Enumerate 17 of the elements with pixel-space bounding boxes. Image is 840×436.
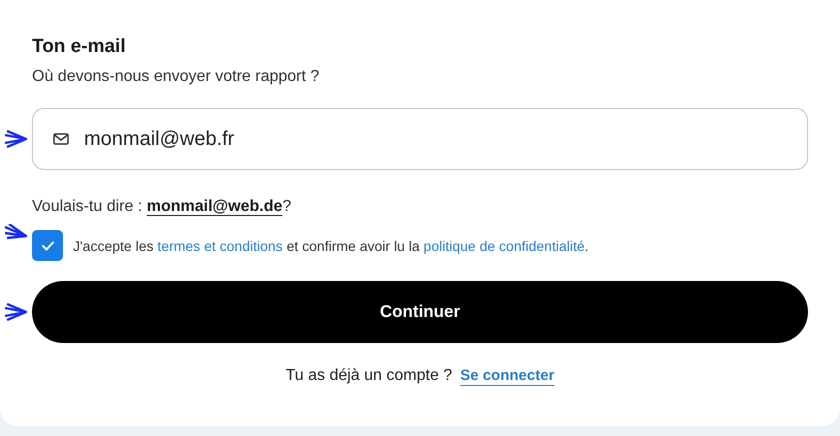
continue-button[interactable]: Continuer	[32, 281, 808, 343]
subtitle: Où devons-nous envoyer votre rapport ?	[32, 68, 320, 86]
consent-text: J'accepte les termes et conditions et confirme avoir lu la politique de confidentialité.	[73, 238, 589, 254]
suggestion-text: Voulais-tu dire : monmail@web.de?	[32, 198, 292, 216]
login-link[interactable]: Se connecter	[460, 367, 554, 385]
section-title: Ton e-mail	[32, 36, 127, 58]
annotation-arrow-icon	[4, 303, 28, 321]
check-icon	[40, 240, 54, 252]
policy-link[interactable]: politique de confidentialité	[424, 238, 585, 254]
login-prompt: Tu as déjà un compte ?	[286, 367, 452, 385]
email-field[interactable]: monmail@web.fr	[32, 108, 808, 170]
mail-icon	[53, 133, 69, 145]
suggested-email-link[interactable]: monmail@web.de	[146, 198, 282, 215]
annotation-arrow-icon	[4, 224, 28, 242]
consent-checkbox[interactable]	[32, 230, 63, 261]
policy-link[interactable]: termes et conditions	[157, 238, 283, 254]
annotation-arrow-icon	[4, 130, 28, 148]
